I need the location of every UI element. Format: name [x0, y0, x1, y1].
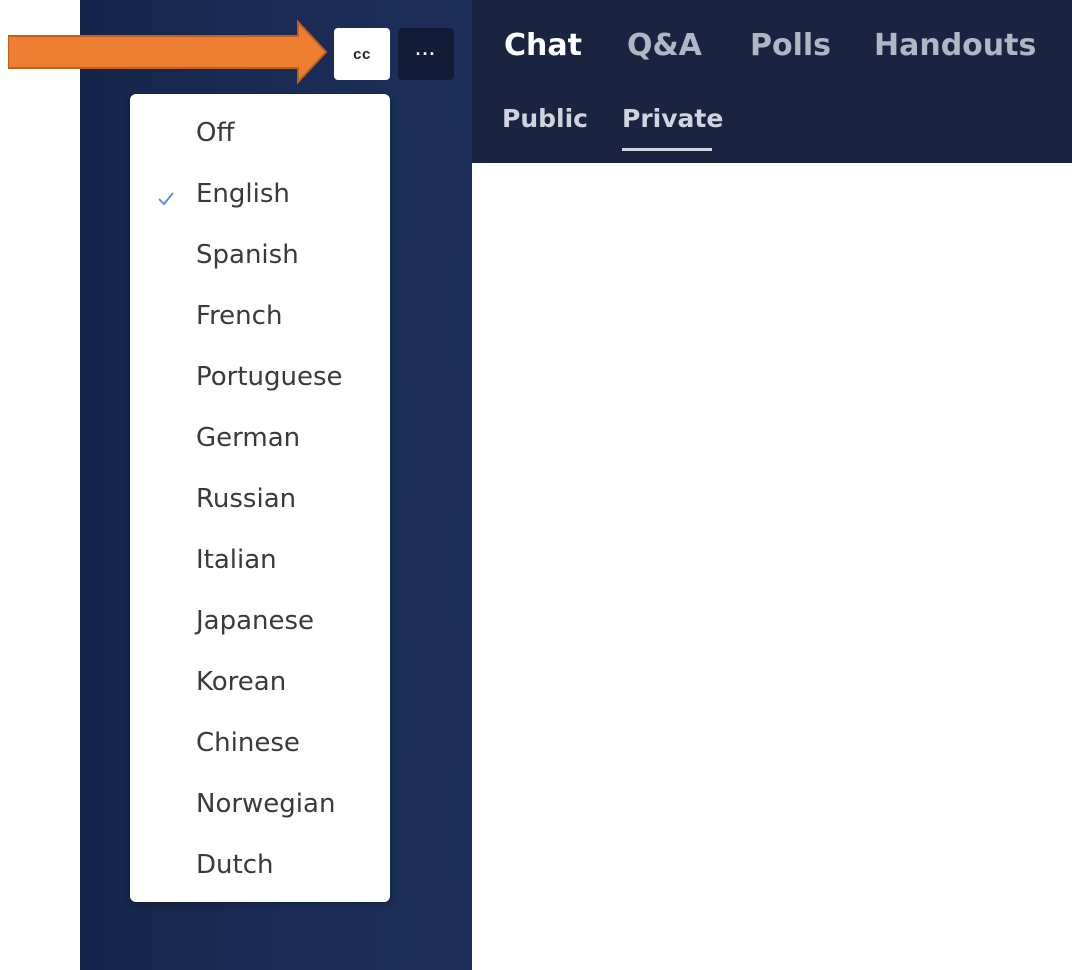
- annotation-arrow-icon: [8, 20, 328, 84]
- menu-item-label: English: [196, 178, 290, 209]
- captions-language-menu: Off English Spanish French Portuguese Ge…: [130, 94, 390, 902]
- menu-item-dutch[interactable]: Dutch: [130, 834, 390, 895]
- header-bar: [472, 0, 1072, 163]
- menu-item-chinese[interactable]: Chinese: [130, 712, 390, 773]
- menu-item-norwegian[interactable]: Norwegian: [130, 773, 390, 834]
- tab-handouts[interactable]: Handouts: [874, 28, 1036, 63]
- menu-item-label: German: [196, 422, 301, 453]
- menu-item-japanese[interactable]: Japanese: [130, 590, 390, 651]
- menu-item-label: Chinese: [196, 727, 300, 758]
- menu-item-label: French: [196, 300, 283, 331]
- menu-item-german[interactable]: German: [130, 407, 390, 468]
- menu-item-label: Japanese: [196, 605, 315, 636]
- menu-item-label: Spanish: [196, 239, 299, 270]
- tab-chat[interactable]: Chat: [504, 28, 582, 63]
- subtab-private[interactable]: Private: [622, 104, 723, 133]
- subtab-public[interactable]: Public: [502, 104, 588, 133]
- menu-item-spanish[interactable]: Spanish: [130, 224, 390, 285]
- active-subtab-indicator: [622, 148, 712, 151]
- menu-item-korean[interactable]: Korean: [130, 651, 390, 712]
- menu-item-label: Portuguese: [196, 361, 343, 392]
- menu-item-label: Dutch: [196, 849, 274, 880]
- check-icon: [158, 191, 174, 205]
- menu-item-off[interactable]: Off: [130, 102, 390, 163]
- menu-item-italian[interactable]: Italian: [130, 529, 390, 590]
- tab-qa[interactable]: Q&A: [627, 28, 702, 63]
- menu-item-portuguese[interactable]: Portuguese: [130, 346, 390, 407]
- menu-item-french[interactable]: French: [130, 285, 390, 346]
- menu-item-label: Italian: [196, 544, 277, 575]
- more-options-button[interactable]: ···: [398, 28, 454, 80]
- menu-item-label: Off: [196, 117, 235, 148]
- closed-captions-button[interactable]: cc: [334, 28, 390, 80]
- menu-item-russian[interactable]: Russian: [130, 468, 390, 529]
- menu-item-english[interactable]: English: [130, 163, 390, 224]
- page: cc ··· Chat Q&A Polls Handouts Public Pr…: [0, 0, 1072, 970]
- menu-item-label: Russian: [196, 483, 297, 514]
- menu-item-label: Korean: [196, 666, 287, 697]
- menu-item-label: Norwegian: [196, 788, 336, 819]
- tab-polls[interactable]: Polls: [750, 28, 831, 63]
